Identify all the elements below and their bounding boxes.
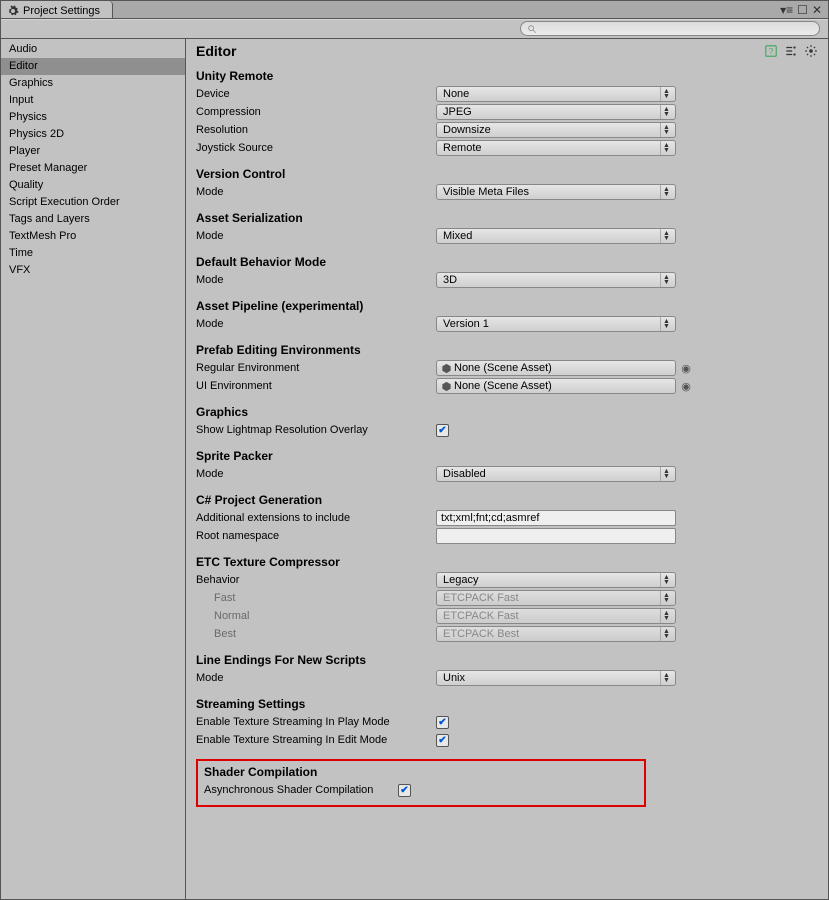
input-rootns[interactable] <box>436 528 676 544</box>
label-lightmap: Show Lightmap Resolution Overlay <box>196 424 436 436</box>
dropdown-etc-best: ETCPACK Best▲▼ <box>436 626 676 642</box>
titlebar: Project Settings ▾≡ ☐ ✕ <box>1 1 828 19</box>
label-db-mode: Mode <box>196 274 436 286</box>
sidebar-item-vfx[interactable]: VFX <box>1 262 185 279</box>
page-header: Editor ? <box>196 43 818 59</box>
dropdown-icon[interactable]: ▾≡ <box>780 3 793 17</box>
sidebar-item-textmesh-pro[interactable]: TextMesh Pro <box>1 228 185 245</box>
toolbar <box>1 19 828 39</box>
label-ap-mode: Mode <box>196 318 436 330</box>
section-sprite-packer: Sprite Packer <box>196 449 818 463</box>
sidebar-item-graphics[interactable]: Graphics <box>1 75 185 92</box>
input-extensions[interactable]: txt;xml;fnt;cd;asmref <box>436 510 676 526</box>
sidebar-item-editor[interactable]: Editor <box>1 58 185 75</box>
label-ui-env: UI Environment <box>196 380 436 392</box>
section-csproj: C# Project Generation <box>196 493 818 507</box>
label-stream-edit: Enable Texture Streaming In Edit Mode <box>196 734 436 746</box>
dropdown-etc-normal: ETCPACK Fast▲▼ <box>436 608 676 624</box>
label-stream-play: Enable Texture Streaming In Play Mode <box>196 716 436 728</box>
help-icon[interactable]: ? <box>764 44 778 58</box>
label-regular-env: Regular Environment <box>196 362 436 374</box>
unity-icon <box>441 363 452 374</box>
dropdown-etc-behavior[interactable]: Legacy▲▼ <box>436 572 676 588</box>
section-prefab-env: Prefab Editing Environments <box>196 343 818 357</box>
label-etc-behavior: Behavior <box>196 574 436 586</box>
svg-text:?: ? <box>769 47 774 56</box>
label-ext: Additional extensions to include <box>196 512 436 524</box>
label-etc-normal: Normal <box>196 610 436 622</box>
objfield-ui-env[interactable]: None (Scene Asset) <box>436 378 676 394</box>
dropdown-sp-mode[interactable]: Disabled▲▼ <box>436 466 676 482</box>
sidebar-item-quality[interactable]: Quality <box>1 177 185 194</box>
sidebar-item-script-execution-order[interactable]: Script Execution Order <box>1 194 185 211</box>
checkbox-async-shader[interactable] <box>398 784 411 797</box>
settings-icon[interactable] <box>804 44 818 58</box>
dropdown-db-mode[interactable]: 3D▲▼ <box>436 272 676 288</box>
sidebar-item-preset-manager[interactable]: Preset Manager <box>1 160 185 177</box>
sidebar-item-tags-and-layers[interactable]: Tags and Layers <box>1 211 185 228</box>
section-version-control: Version Control <box>196 167 818 181</box>
section-asset-pipeline: Asset Pipeline (experimental) <box>196 299 818 313</box>
dropdown-ap-mode[interactable]: Version 1▲▼ <box>436 316 676 332</box>
dropdown-device[interactable]: None▲▼ <box>436 86 676 102</box>
dropdown-joystick[interactable]: Remote▲▼ <box>436 140 676 156</box>
close-icon[interactable]: ✕ <box>812 3 822 17</box>
sidebar: AudioEditorGraphicsInputPhysicsPhysics 2… <box>1 39 186 899</box>
page-title: Editor <box>196 43 236 59</box>
section-shader: Shader Compilation <box>204 765 638 779</box>
label-as-mode: Mode <box>196 230 436 242</box>
search-icon <box>527 24 537 34</box>
section-default-behavior: Default Behavior Mode <box>196 255 818 269</box>
label-vc-mode: Mode <box>196 186 436 198</box>
sidebar-item-player[interactable]: Player <box>1 143 185 160</box>
label-compression: Compression <box>196 106 436 118</box>
project-settings-window: Project Settings ▾≡ ☐ ✕ AudioEditorGraph… <box>0 0 829 900</box>
section-unity-remote: Unity Remote <box>196 69 818 83</box>
dropdown-resolution[interactable]: Downsize▲▼ <box>436 122 676 138</box>
section-etc: ETC Texture Compressor <box>196 555 818 569</box>
label-sp-mode: Mode <box>196 468 436 480</box>
objfield-regular-env[interactable]: None (Scene Asset) <box>436 360 676 376</box>
unity-icon <box>441 381 452 392</box>
target-icon[interactable]: ◉ <box>676 362 696 375</box>
content: Editor ? Unity Remote DeviceNone▲▼ Compr… <box>186 39 828 899</box>
highlight-shader-compilation: Shader Compilation Asynchronous Shader C… <box>196 759 646 807</box>
dropdown-as-mode[interactable]: Mixed▲▼ <box>436 228 676 244</box>
dropdown-etc-fast: ETCPACK Fast▲▼ <box>436 590 676 606</box>
tab-label: Project Settings <box>23 5 100 17</box>
dropdown-vc-mode[interactable]: Visible Meta Files▲▼ <box>436 184 676 200</box>
sidebar-item-physics-2d[interactable]: Physics 2D <box>1 126 185 143</box>
label-device: Device <box>196 88 436 100</box>
dropdown-le-mode[interactable]: Unix▲▼ <box>436 670 676 686</box>
checkbox-stream-play[interactable] <box>436 716 449 729</box>
body: AudioEditorGraphicsInputPhysicsPhysics 2… <box>1 39 828 899</box>
tab-project-settings[interactable]: Project Settings <box>1 1 113 18</box>
sidebar-item-time[interactable]: Time <box>1 245 185 262</box>
label-joystick: Joystick Source <box>196 142 436 154</box>
label-etc-fast: Fast <box>196 592 436 604</box>
sidebar-item-audio[interactable]: Audio <box>1 41 185 58</box>
label-resolution: Resolution <box>196 124 436 136</box>
window-controls: ▾≡ ☐ ✕ <box>780 3 828 17</box>
label-async-shader: Asynchronous Shader Compilation <box>204 784 398 796</box>
label-le-mode: Mode <box>196 672 436 684</box>
preset-icon[interactable] <box>784 44 798 58</box>
sidebar-item-physics[interactable]: Physics <box>1 109 185 126</box>
search-input[interactable] <box>520 21 820 36</box>
section-asset-serialization: Asset Serialization <box>196 211 818 225</box>
label-rootns: Root namespace <box>196 530 436 542</box>
gear-icon <box>7 5 19 17</box>
section-graphics: Graphics <box>196 405 818 419</box>
dropdown-compression[interactable]: JPEG▲▼ <box>436 104 676 120</box>
label-etc-best: Best <box>196 628 436 640</box>
checkbox-stream-edit[interactable] <box>436 734 449 747</box>
section-line-endings: Line Endings For New Scripts <box>196 653 818 667</box>
target-icon[interactable]: ◉ <box>676 380 696 393</box>
sidebar-item-input[interactable]: Input <box>1 92 185 109</box>
checkbox-lightmap[interactable] <box>436 424 449 437</box>
section-streaming: Streaming Settings <box>196 697 818 711</box>
maximize-icon[interactable]: ☐ <box>797 3 808 17</box>
